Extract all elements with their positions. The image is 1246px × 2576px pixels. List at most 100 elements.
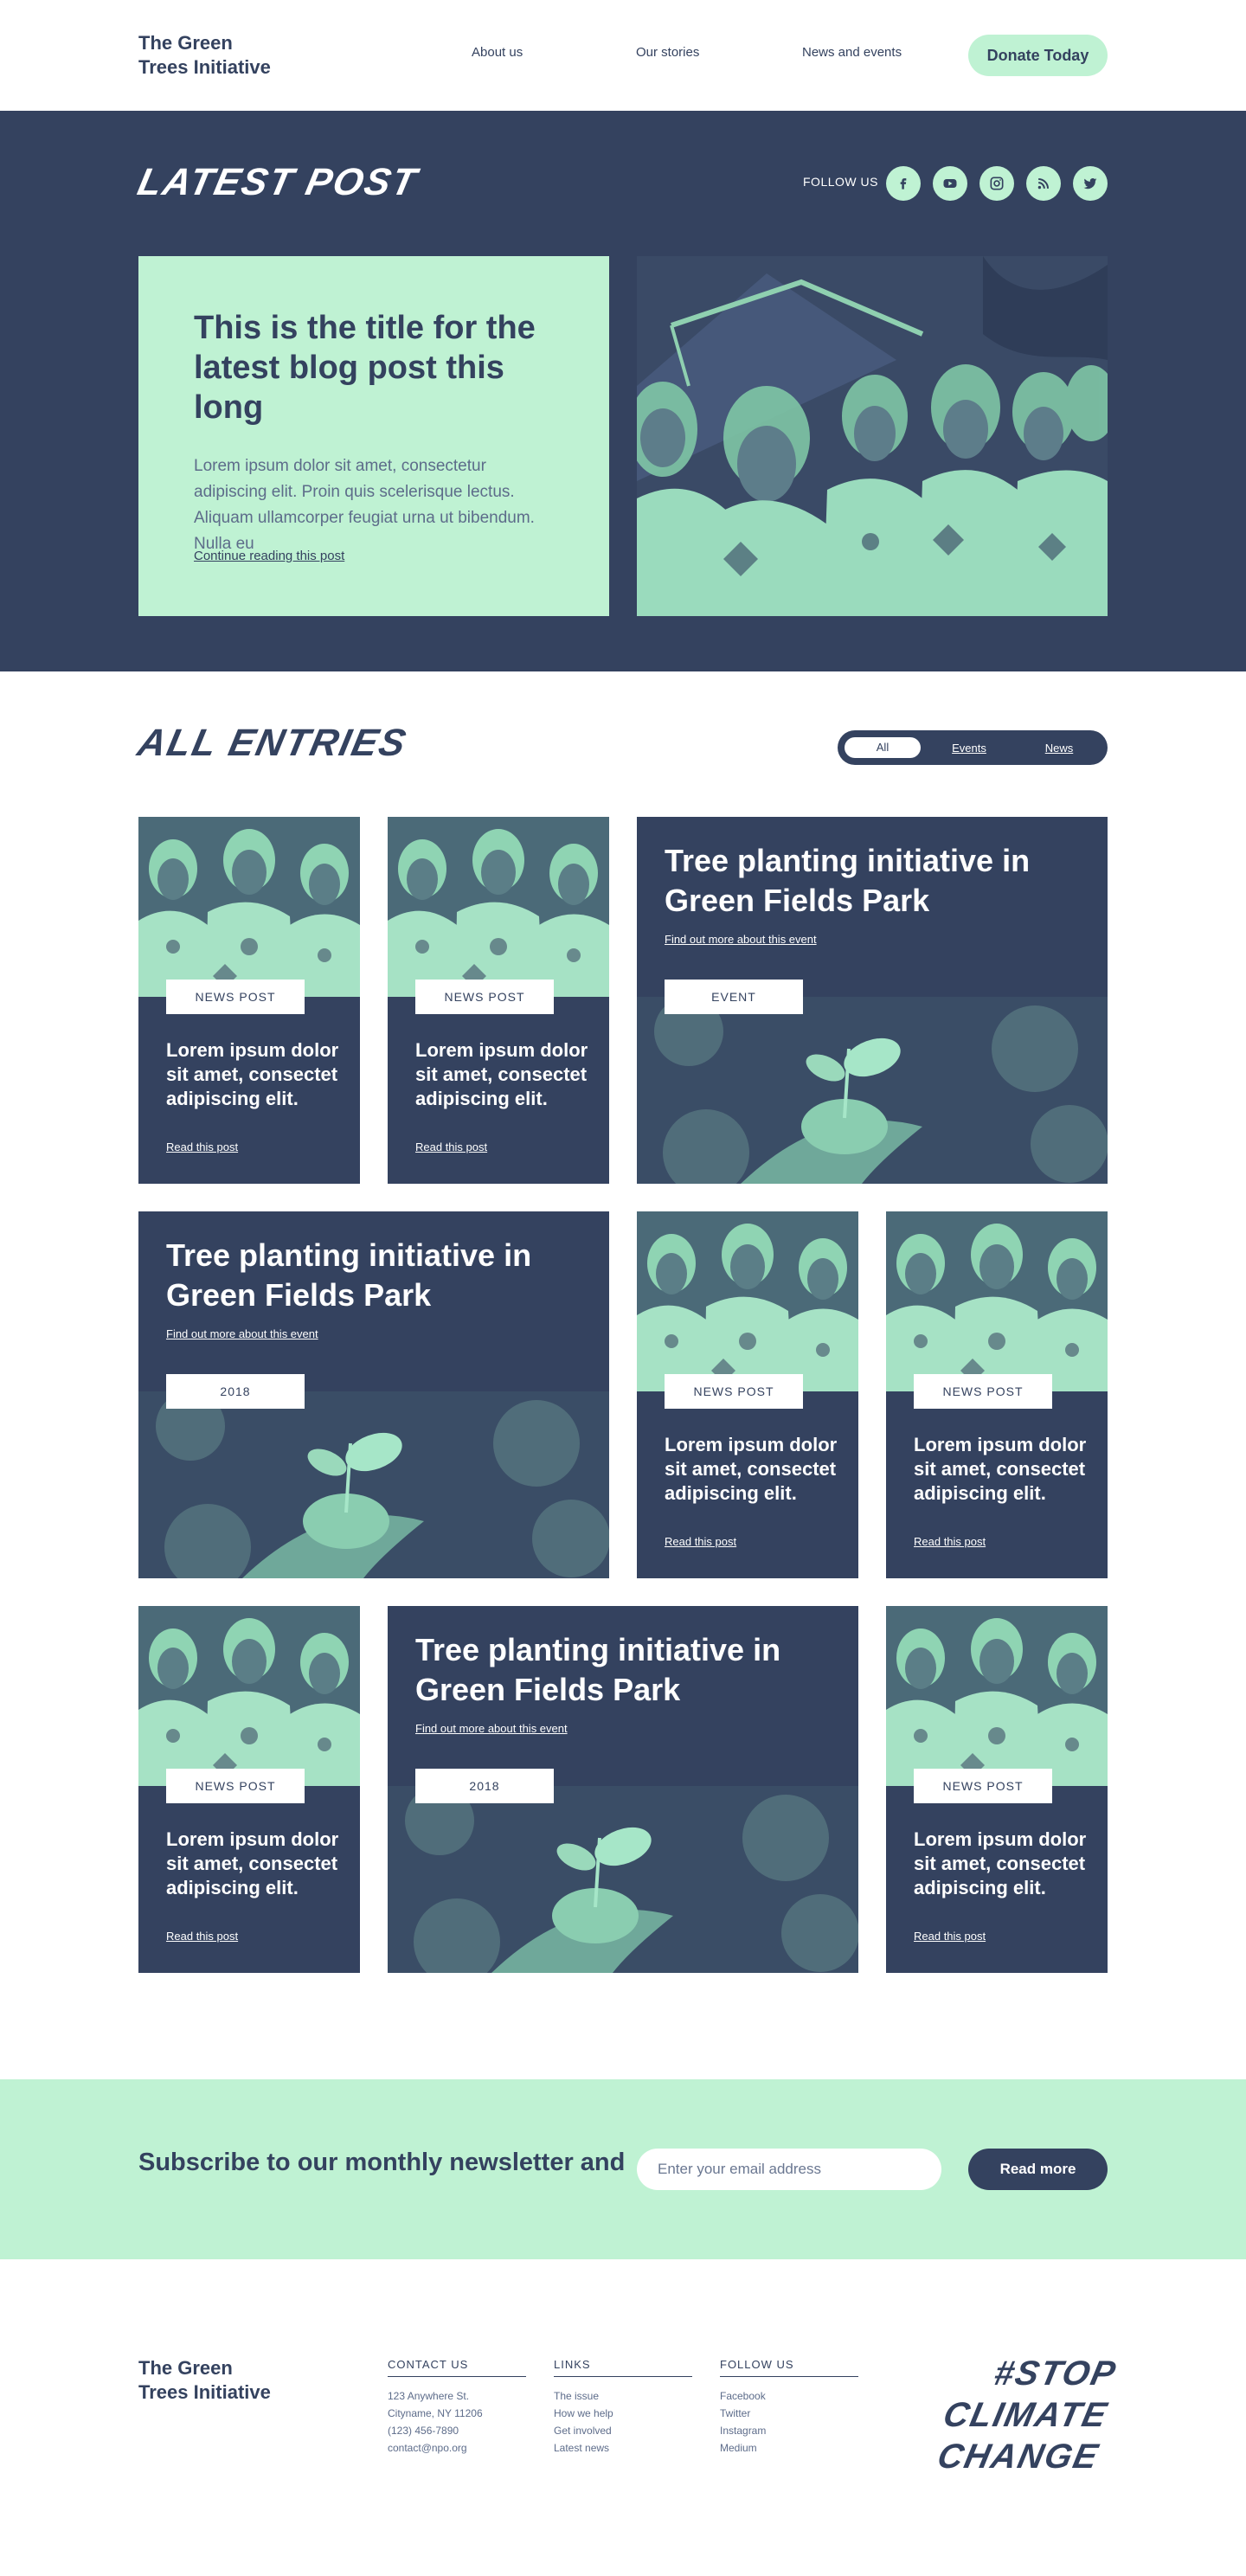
news-card-title[interactable]: Lorem ipsum dolor sit amet, consectet ad… (166, 1038, 339, 1111)
news-card-tag: NEWS POST (166, 1769, 305, 1803)
news-card-title[interactable]: Lorem ipsum dolor sit amet, consectet ad… (415, 1038, 588, 1111)
news-card-tag: NEWS POST (415, 980, 554, 1014)
news-card-title[interactable]: Lorem ipsum dolor sit amet, consectet ad… (914, 1433, 1087, 1506)
entries-filter: All Events News (838, 730, 1108, 765)
logo-line-2: Trees Initiative (138, 56, 271, 78)
news-card-tag: NEWS POST (914, 1374, 1052, 1409)
twitter-icon[interactable] (1073, 166, 1108, 201)
event-card-title[interactable]: Tree planting initiative in Green Fields… (415, 1630, 813, 1710)
slogan-line-3: CHANGE (934, 2438, 1103, 2476)
news-card[interactable]: NEWS POST Lorem ipsum dolor sit amet, co… (138, 1606, 360, 1973)
event-link[interactable]: Find out more about this event (415, 1722, 568, 1735)
footer-follow-heading: FOLLOW US (720, 2358, 858, 2377)
newsletter-section: Subscribe to our monthly newsletter and … (0, 2079, 1246, 2259)
event-card-image (388, 1786, 858, 1973)
event-card-tag: 2018 (415, 1769, 554, 1803)
news-card-image (138, 1606, 360, 1786)
newsletter-heading: Subscribe to our monthly newsletter and (138, 2149, 626, 2176)
footer-link-twitter[interactable]: Twitter (720, 2405, 858, 2422)
filter-all[interactable]: All (845, 737, 921, 758)
latest-post-excerpt: Lorem ipsum dolor sit amet, consectetur … (194, 457, 535, 553)
youtube-icon[interactable] (933, 166, 967, 201)
email-input[interactable] (637, 2149, 941, 2190)
all-entries-heading: All Entries (133, 722, 411, 764)
footer-link-instagram[interactable]: Instagram (720, 2422, 858, 2439)
event-card-tag: EVENT (665, 980, 803, 1014)
site-footer: The Green Trees Initiative CONTACT US 12… (0, 2259, 1246, 2576)
news-card-tag: NEWS POST (166, 980, 305, 1014)
footer-phone[interactable]: (123) 456-7890 (388, 2422, 526, 2439)
latest-post-photo (637, 256, 1108, 616)
stop-climate-change-slogan: #STOP CLIMATE CHANGE (931, 2353, 1121, 2477)
main-nav: About us Our stories News and events (472, 45, 967, 60)
event-link[interactable]: Find out more about this event (166, 1327, 318, 1340)
footer-link-facebook[interactable]: Facebook (720, 2387, 858, 2405)
event-card[interactable]: Tree planting initiative in Green Fields… (388, 1606, 858, 1973)
news-card-title[interactable]: Lorem ipsum dolor sit amet, consectet ad… (166, 1828, 339, 1900)
footer-contact-heading: CONTACT US (388, 2358, 526, 2377)
filter-events[interactable]: Events (921, 742, 1018, 755)
latest-post-section: Latest Post FOLLOW US This is the title … (0, 111, 1246, 671)
news-card[interactable]: NEWS POST Lorem ipsum dolor sit amet, co… (886, 1211, 1108, 1578)
event-card[interactable]: Tree planting initiative in Green Fields… (138, 1211, 609, 1578)
read-post-link[interactable]: Read this post (665, 1535, 736, 1548)
social-links (886, 166, 1108, 201)
news-card-title[interactable]: Lorem ipsum dolor sit amet, consectet ad… (914, 1828, 1087, 1900)
news-card[interactable]: NEWS POST Lorem ipsum dolor sit amet, co… (886, 1606, 1108, 1973)
read-post-link[interactable]: Read this post (166, 1140, 238, 1153)
donate-button[interactable]: Donate Today (968, 35, 1108, 76)
footer-logo-line-1: The Green (138, 2357, 233, 2379)
continue-reading-link[interactable]: Continue reading this post (194, 549, 344, 563)
read-post-link[interactable]: Read this post (914, 1535, 986, 1548)
news-card[interactable]: NEWS POST Lorem ipsum dolor sit amet, co… (138, 817, 360, 1184)
footer-address-street: 123 Anywhere St. (388, 2390, 470, 2402)
nav-our-stories[interactable]: Our stories (636, 45, 802, 60)
read-post-link[interactable]: Read this post (166, 1930, 238, 1943)
event-card-tag: 2018 (166, 1374, 305, 1409)
footer-links-column: LINKS The issue How we help Get involved… (554, 2358, 692, 2457)
news-card[interactable]: NEWS POST Lorem ipsum dolor sit amet, co… (637, 1211, 858, 1578)
facebook-icon[interactable] (886, 166, 921, 201)
latest-post-card[interactable]: This is the title for the latest blog po… (138, 256, 609, 616)
footer-link-the-issue[interactable]: The issue (554, 2387, 692, 2405)
instagram-icon[interactable] (979, 166, 1014, 201)
read-more-button[interactable]: Read more (968, 2149, 1108, 2190)
event-card-title[interactable]: Tree planting initiative in Green Fields… (665, 841, 1063, 921)
footer-contact-column: CONTACT US 123 Anywhere St. Cityname, NY… (388, 2358, 526, 2457)
footer-email[interactable]: contact@npo.org (388, 2439, 526, 2457)
news-card-image (886, 1606, 1108, 1786)
nav-about-us[interactable]: About us (472, 45, 636, 60)
news-card-image (388, 817, 609, 997)
follow-us-label: FOLLOW US (803, 175, 878, 189)
slogan-line-2: CLIMATE (940, 2396, 1112, 2434)
nav-news-and-events[interactable]: News and events (802, 45, 967, 60)
footer-link-latest-news[interactable]: Latest news (554, 2439, 692, 2457)
logo-line-1: The Green (138, 32, 233, 54)
event-link[interactable]: Find out more about this event (665, 933, 817, 946)
latest-post-title[interactable]: This is the title for the latest blog po… (194, 308, 557, 427)
read-post-link[interactable]: Read this post (415, 1140, 487, 1153)
footer-address-city: Cityname, NY 11206 (388, 2407, 483, 2419)
site-header: The Green Trees Initiative About us Our … (0, 0, 1246, 111)
filter-news[interactable]: News (1018, 742, 1101, 755)
all-entries-section: All Entries All Events News NEWS POST Lo… (0, 671, 1246, 2079)
footer-logo[interactable]: The Green Trees Initiative (138, 2356, 294, 2405)
footer-link-get-involved[interactable]: Get involved (554, 2422, 692, 2439)
latest-post-heading: Latest Post (133, 161, 422, 203)
news-card-title[interactable]: Lorem ipsum dolor sit amet, consectet ad… (665, 1433, 838, 1506)
rss-icon[interactable] (1026, 166, 1061, 201)
footer-link-medium[interactable]: Medium (720, 2439, 858, 2457)
slogan-line-1: #STOP (991, 2354, 1121, 2393)
site-logo[interactable]: The Green Trees Initiative (138, 31, 294, 80)
footer-logo-line-2: Trees Initiative (138, 2381, 271, 2403)
news-card-image (886, 1211, 1108, 1391)
news-card[interactable]: NEWS POST Lorem ipsum dolor sit amet, co… (388, 817, 609, 1184)
news-card-image (637, 1211, 858, 1391)
footer-link-how-we-help[interactable]: How we help (554, 2405, 692, 2422)
event-card-title[interactable]: Tree planting initiative in Green Fields… (166, 1236, 564, 1315)
event-card-image (138, 1391, 609, 1578)
footer-links-heading: LINKS (554, 2358, 692, 2377)
event-card-image (637, 997, 1108, 1184)
read-post-link[interactable]: Read this post (914, 1930, 986, 1943)
event-card[interactable]: Tree planting initiative in Green Fields… (637, 817, 1108, 1184)
